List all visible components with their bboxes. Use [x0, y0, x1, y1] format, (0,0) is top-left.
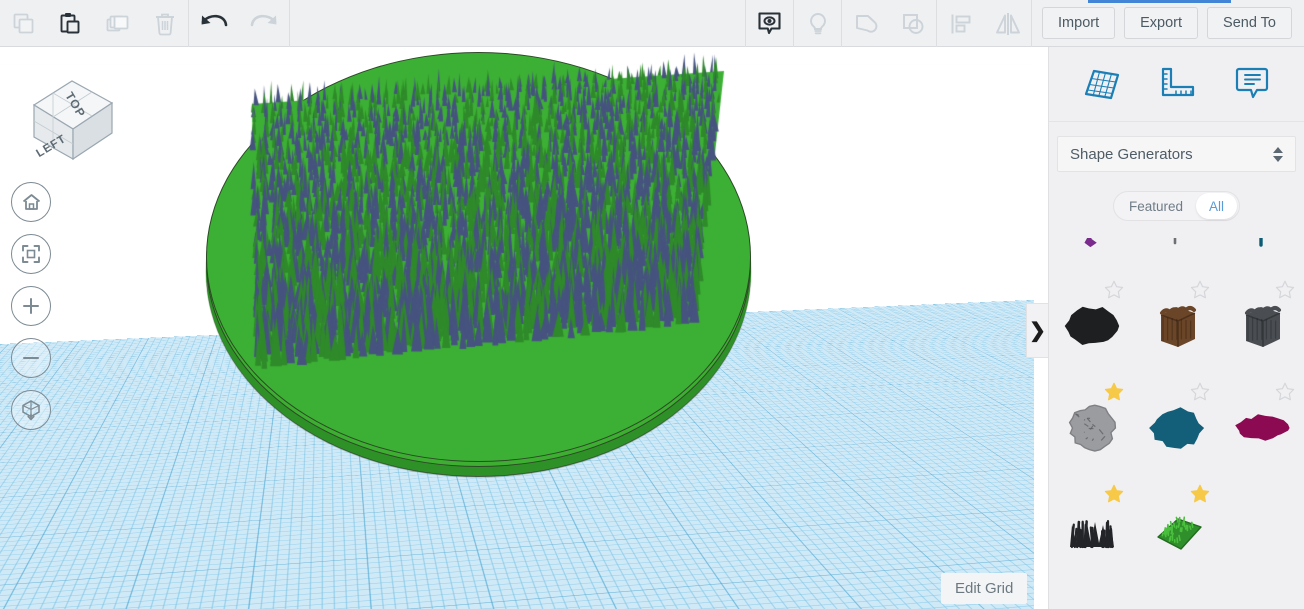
- shape-magenta-cluster-thumbnail: [1235, 414, 1290, 441]
- shape-row: [1049, 274, 1304, 376]
- view-tool-group: [746, 0, 1031, 47]
- shape-filter-segmented: Featured All: [1112, 191, 1241, 221]
- group-icon[interactable]: [842, 0, 889, 47]
- shape-purple-spire[interactable]: [1049, 238, 1134, 274]
- shape-green-grass-tile-thumbnail: [1157, 516, 1202, 550]
- favorite-star-icon[interactable]: [1190, 484, 1210, 503]
- shape-category-value: Shape Generators: [1070, 145, 1193, 163]
- panel-tab-bar: [1049, 47, 1304, 122]
- shape-black-rock-thumbnail: [1064, 306, 1119, 345]
- ruler-icon[interactable]: [1147, 57, 1205, 111]
- edit-grid-button[interactable]: Edit Grid: [941, 573, 1028, 604]
- shape-black-grass-patch[interactable]: [1049, 478, 1134, 580]
- shape-teal-bush[interactable]: [1134, 376, 1219, 478]
- filter-all[interactable]: All: [1196, 193, 1238, 219]
- notes-icon[interactable]: [746, 0, 793, 47]
- redo-icon[interactable]: [239, 0, 289, 47]
- shape-brown-log-bundle[interactable]: [1134, 274, 1219, 376]
- shape-black-grass-patch-thumbnail: [1069, 520, 1114, 549]
- shape-dark-gray-bundle-thumbnail: [1245, 306, 1282, 347]
- home-view-button[interactable]: [11, 182, 51, 222]
- favorite-star-icon[interactable]: [1104, 484, 1124, 503]
- active-tab-indicator: [1088, 0, 1231, 3]
- editor-root: Import Export Send To TOP LEFT Edit Grid…: [0, 0, 1304, 609]
- copy-icon[interactable]: [0, 0, 47, 47]
- shape-purple-spire-thumbnail: [1084, 238, 1097, 247]
- shape-category-select[interactable]: Shape Generators: [1057, 136, 1296, 172]
- shape-gray-boulder[interactable]: [1049, 376, 1134, 478]
- chevron-updown-icon: [1273, 146, 1283, 162]
- shape-gray-boulder-thumbnail: [1068, 404, 1116, 452]
- shape-row: [1049, 376, 1304, 478]
- fit-to-view-button[interactable]: [11, 234, 51, 274]
- history-tool-group: [189, 0, 289, 47]
- shape-teal-tree[interactable]: [1220, 238, 1304, 274]
- shape-results-grid[interactable]: [1049, 238, 1304, 609]
- zoom-in-button[interactable]: [11, 286, 51, 326]
- shape-green-grass-tile[interactable]: [1134, 478, 1219, 580]
- clipboard-tool-group: [0, 0, 188, 47]
- export-button[interactable]: Export: [1124, 7, 1199, 39]
- mirror-icon[interactable]: [984, 0, 1031, 47]
- undo-icon[interactable]: [189, 0, 239, 47]
- send-to-button[interactable]: Send To: [1207, 7, 1292, 39]
- shape-filter-wrap: Featured All: [1049, 191, 1304, 221]
- duplicate-icon[interactable]: [94, 0, 141, 47]
- shape-teal-bush-thumbnail: [1149, 407, 1205, 449]
- favorite-star-icon[interactable]: [1104, 382, 1124, 401]
- filter-featured[interactable]: Featured: [1116, 193, 1196, 219]
- favorite-star-icon[interactable]: [1275, 382, 1295, 401]
- delete-icon[interactable]: [141, 0, 188, 47]
- zoom-out-button[interactable]: [11, 338, 51, 378]
- 3d-viewport[interactable]: TOP LEFT Edit Grid: [0, 47, 1034, 609]
- workplane-icon[interactable]: [1072, 57, 1130, 111]
- viewport-nav-buttons: [11, 182, 51, 430]
- shape-dark-gray-bundle[interactable]: [1220, 274, 1304, 376]
- document-actions: Import Export Send To: [1032, 0, 1304, 46]
- view-cube[interactable]: TOP LEFT: [20, 67, 120, 172]
- shape-bare-tree[interactable]: [1134, 238, 1219, 274]
- shape-row: [1049, 478, 1304, 580]
- import-button[interactable]: Import: [1042, 7, 1116, 39]
- ungroup-icon[interactable]: [889, 0, 936, 47]
- shapes-panel: Shape Generators Featured All: [1048, 47, 1304, 609]
- favorite-star-icon[interactable]: [1190, 382, 1210, 401]
- shape-teal-tree-thumbnail: [1259, 238, 1263, 247]
- model-grass-disc[interactable]: [196, 47, 776, 487]
- shape-row: [1049, 238, 1304, 274]
- shape-bare-tree-thumbnail: [1173, 238, 1177, 245]
- align-icon[interactable]: [937, 0, 984, 47]
- model-grass-blades: [244, 49, 754, 409]
- shape-magenta-cluster[interactable]: [1220, 376, 1304, 478]
- favorite-star-icon[interactable]: [1104, 280, 1124, 299]
- notes-panel-icon[interactable]: [1223, 57, 1281, 111]
- top-toolbar: Import Export Send To: [0, 0, 1304, 47]
- favorite-star-icon[interactable]: [1190, 280, 1210, 299]
- shape-black-rock[interactable]: [1049, 274, 1134, 376]
- lightbulb-icon[interactable]: [794, 0, 841, 47]
- shape-brown-log-bundle-thumbnail: [1159, 306, 1196, 347]
- ortho-perspective-toggle[interactable]: [11, 390, 51, 430]
- paste-icon[interactable]: [47, 0, 94, 47]
- favorite-star-icon[interactable]: [1275, 280, 1295, 299]
- collapse-panel-button[interactable]: ❯: [1026, 303, 1048, 358]
